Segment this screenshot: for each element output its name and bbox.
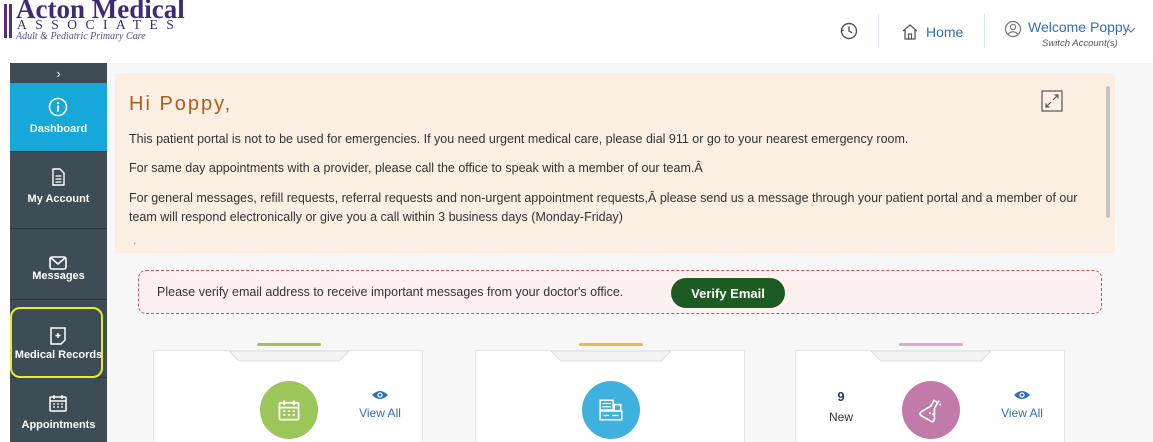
new-count[interactable]: 9 New	[826, 389, 856, 424]
eye-icon	[372, 391, 388, 399]
verify-email-text: Please verify email address to receive i…	[157, 285, 624, 299]
expand-icon	[1041, 90, 1063, 112]
new-count-label: New	[828, 410, 853, 424]
sidebar-item-dashboard[interactable]: Dashboard	[10, 83, 107, 151]
chevron-down-icon	[1126, 27, 1136, 33]
announcement-text: For general messages, refill requests, r…	[129, 191, 1078, 224]
sidebar-item-label: Messages	[32, 270, 85, 282]
card-icon-circle[interactable]	[902, 381, 960, 439]
brand-subtitle: ASSOCIATES	[17, 17, 183, 32]
announcement-text: .	[133, 233, 137, 247]
sidebar-item-my-account[interactable]: My Account	[10, 153, 107, 221]
appointments-card: View All	[153, 343, 423, 442]
user-icon	[1004, 20, 1022, 38]
card-tab	[871, 351, 991, 362]
card-accent	[579, 343, 643, 346]
sidebar-divider	[10, 228, 107, 229]
announcement-text: This patient portal is not to be used fo…	[129, 132, 909, 146]
new-count-number: 9	[837, 389, 845, 404]
calendar-icon	[49, 395, 67, 412]
document-icon	[52, 168, 65, 186]
scrollbar[interactable]	[1106, 86, 1110, 218]
lab-results-card: 9 New View All	[795, 343, 1065, 442]
sidebar-toggle[interactable]: ›	[10, 63, 107, 83]
announcement-text: For same day appointments with a provide…	[129, 161, 703, 175]
sidebar-divider	[10, 299, 107, 300]
view-all-link[interactable]: View All	[350, 389, 410, 420]
card-tab	[551, 351, 671, 362]
sidebar-item-appointments[interactable]: Appointments	[10, 379, 107, 442]
brand-tagline: Adult & Pediatric Primary Care	[16, 31, 146, 42]
verify-email-banner: Please verify email address to receive i…	[138, 270, 1102, 314]
history-icon	[840, 22, 858, 40]
view-all-link[interactable]: View All	[992, 389, 1052, 420]
info-icon	[48, 97, 68, 117]
home-link[interactable]: Home	[900, 20, 963, 44]
eye-icon	[1014, 391, 1030, 399]
card-icon-circle[interactable]	[260, 381, 318, 439]
switch-account-link[interactable]: Switch Account(s)	[1042, 38, 1118, 49]
sidebar-nav: › Dashboard My Account Messages Medical …	[10, 63, 107, 442]
highlight-annotation	[10, 307, 103, 378]
sidebar-item-label: Appointments	[21, 419, 96, 431]
card-tab	[229, 351, 349, 362]
header-divider	[878, 14, 879, 48]
pharmacy-icon	[599, 399, 623, 421]
greeting-heading: Hi Poppy,	[129, 93, 233, 115]
lab-flask-icon	[919, 399, 942, 423]
sidebar-item-label: My Account	[27, 193, 90, 205]
sidebar-item-label: Dashboard	[29, 123, 88, 135]
expand-button[interactable]	[1041, 90, 1063, 112]
announcement-panel: Hi Poppy, This patient portal is not to …	[115, 73, 1115, 253]
history-button[interactable]	[838, 20, 860, 42]
card-icon-circle[interactable]	[582, 381, 640, 439]
sidebar-divider	[10, 151, 107, 152]
home-label: Home	[926, 24, 964, 40]
brand-logo[interactable]: Acton Medical ASSOCIATES Adult & Pediatr…	[4, 0, 194, 42]
logo-mark	[4, 4, 12, 38]
view-all-label: View All	[359, 406, 401, 420]
top-header: Acton Medical ASSOCIATES Adult & Pediatr…	[0, 0, 1153, 63]
sidebar-item-messages[interactable]: Messages	[10, 233, 107, 297]
card-accent	[899, 343, 963, 346]
card-accent	[257, 343, 321, 346]
pharmacy-card	[475, 343, 745, 442]
header-divider	[984, 14, 985, 48]
home-icon	[902, 24, 918, 40]
calendar-icon	[278, 400, 300, 421]
welcome-label: Welcome Poppy	[1028, 19, 1130, 35]
verify-email-button[interactable]: Verify Email	[671, 278, 785, 308]
view-all-label: View All	[1001, 406, 1043, 420]
chevron-right-icon: ›	[56, 65, 61, 81]
